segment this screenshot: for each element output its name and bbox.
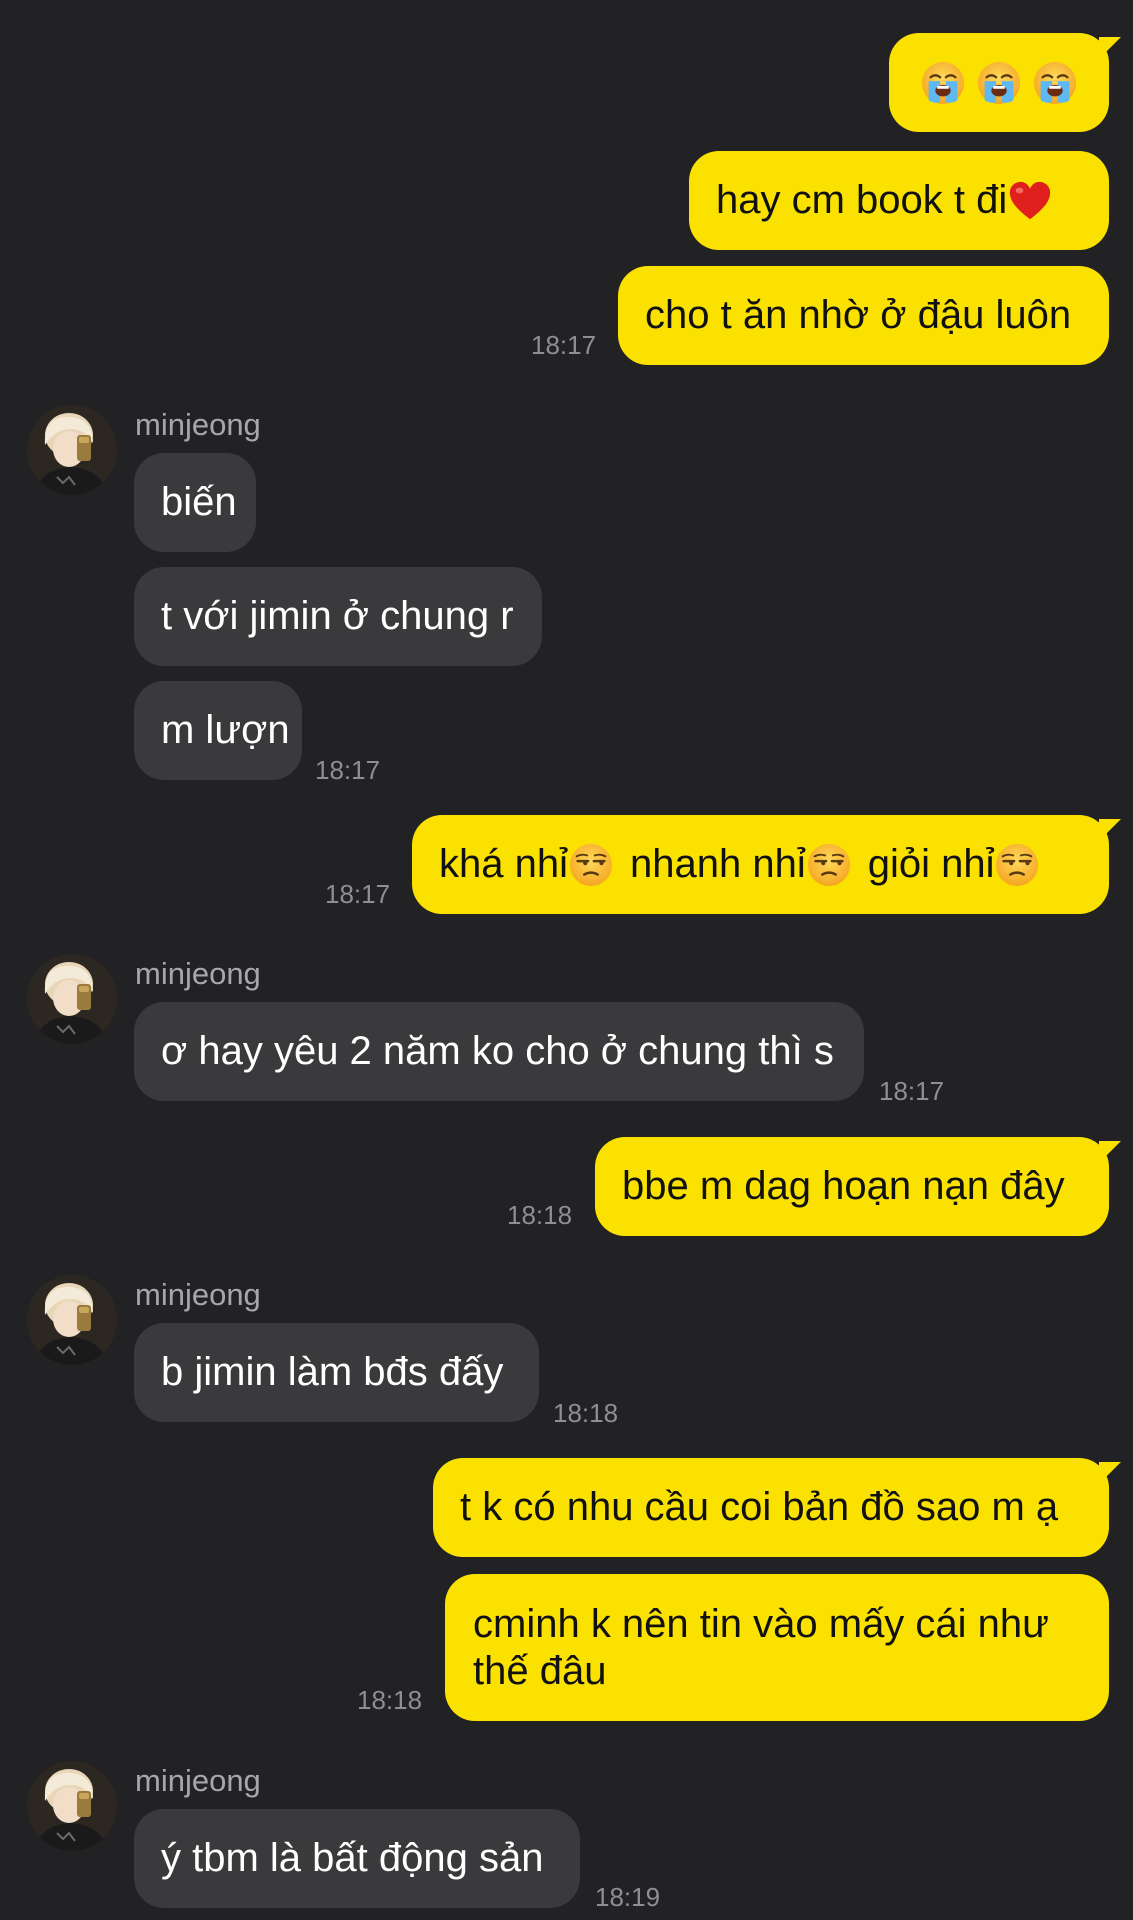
sent-message[interactable]: t k có nhu cầu coi bản đồ sao m ạ: [433, 1458, 1121, 1557]
loudly-crying-face-icon: [1032, 60, 1078, 106]
message-text: ơ hay yêu 2 năm ko cho ở chung thì s: [161, 1029, 834, 1073]
avatar[interactable]: [27, 405, 117, 495]
contact-name: minjeong: [135, 1763, 261, 1798]
message-text: khá nhỉ: [439, 842, 568, 886]
sent-message[interactable]: cho t ăn nhờ ở đậu luôn: [618, 266, 1109, 365]
message-text: bbe m dag hoạn nạn đây: [622, 1164, 1065, 1208]
unamused-face-icon: [806, 842, 852, 888]
unamused-face-icon: [568, 842, 614, 888]
received-message[interactable]: m lượn: [134, 681, 302, 780]
message-text: hay cm book t đi: [716, 178, 1008, 222]
timestamp: 18:18: [357, 1685, 423, 1715]
sent-message-emoji[interactable]: [889, 33, 1121, 132]
avatar[interactable]: [27, 1761, 117, 1851]
loudly-crying-face-icon: [976, 60, 1022, 106]
received-message[interactable]: t với jimin ở chung r: [134, 567, 542, 666]
contact-name: minjeong: [135, 1277, 261, 1312]
timestamp: 18:17: [315, 755, 381, 785]
message-text: ý tbm là bất động sản: [161, 1836, 544, 1880]
timestamp: 18:19: [595, 1882, 661, 1912]
red-heart-icon: [1007, 178, 1053, 224]
contact-name: minjeong: [135, 956, 261, 991]
loudly-crying-face-icon: [920, 60, 966, 106]
message-text: b jimin làm bđs đấy: [161, 1350, 504, 1394]
unamused-face-icon: [994, 842, 1040, 888]
sent-message[interactable]: hay cm book t đi: [689, 151, 1109, 250]
received-message[interactable]: ý tbm là bất động sản: [134, 1809, 580, 1908]
message-text: t k có nhu cầu coi bản đồ sao m ạ: [460, 1485, 1059, 1529]
avatar[interactable]: [27, 954, 117, 1044]
timestamp: 18:17: [879, 1076, 945, 1106]
sent-message[interactable]: cminh k nên tin vào mấy cái như thế đâu: [445, 1574, 1109, 1721]
message-text: biến: [161, 480, 237, 524]
sent-message[interactable]: khá nhỉ nhanh nhỉ giỏi nhỉ: [412, 815, 1121, 914]
contact-name: minjeong: [135, 407, 261, 442]
message-text: m lượn: [161, 708, 290, 752]
avatar[interactable]: [27, 1275, 117, 1365]
sent-message[interactable]: bbe m dag hoạn nạn đây: [595, 1137, 1121, 1236]
message-text: cho t ăn nhờ ở đậu luôn: [645, 293, 1072, 337]
received-message[interactable]: b jimin làm bđs đấy: [134, 1323, 539, 1422]
received-message[interactable]: biến: [134, 453, 256, 552]
timestamp: 18:17: [531, 330, 597, 360]
timestamp: 18:18: [507, 1200, 573, 1230]
message-text: nhanh nhỉ: [629, 842, 806, 886]
message-text: cminh k nên tin vào mấy cái như thế đâu: [473, 1601, 1049, 1693]
received-message[interactable]: ơ hay yêu 2 năm ko cho ở chung thì s: [134, 1002, 864, 1101]
timestamp: 18:18: [553, 1398, 619, 1428]
timestamp: 18:17: [325, 879, 391, 909]
message-text: giỏi nhỉ: [867, 842, 995, 886]
message-text: t với jimin ở chung r: [161, 594, 514, 638]
